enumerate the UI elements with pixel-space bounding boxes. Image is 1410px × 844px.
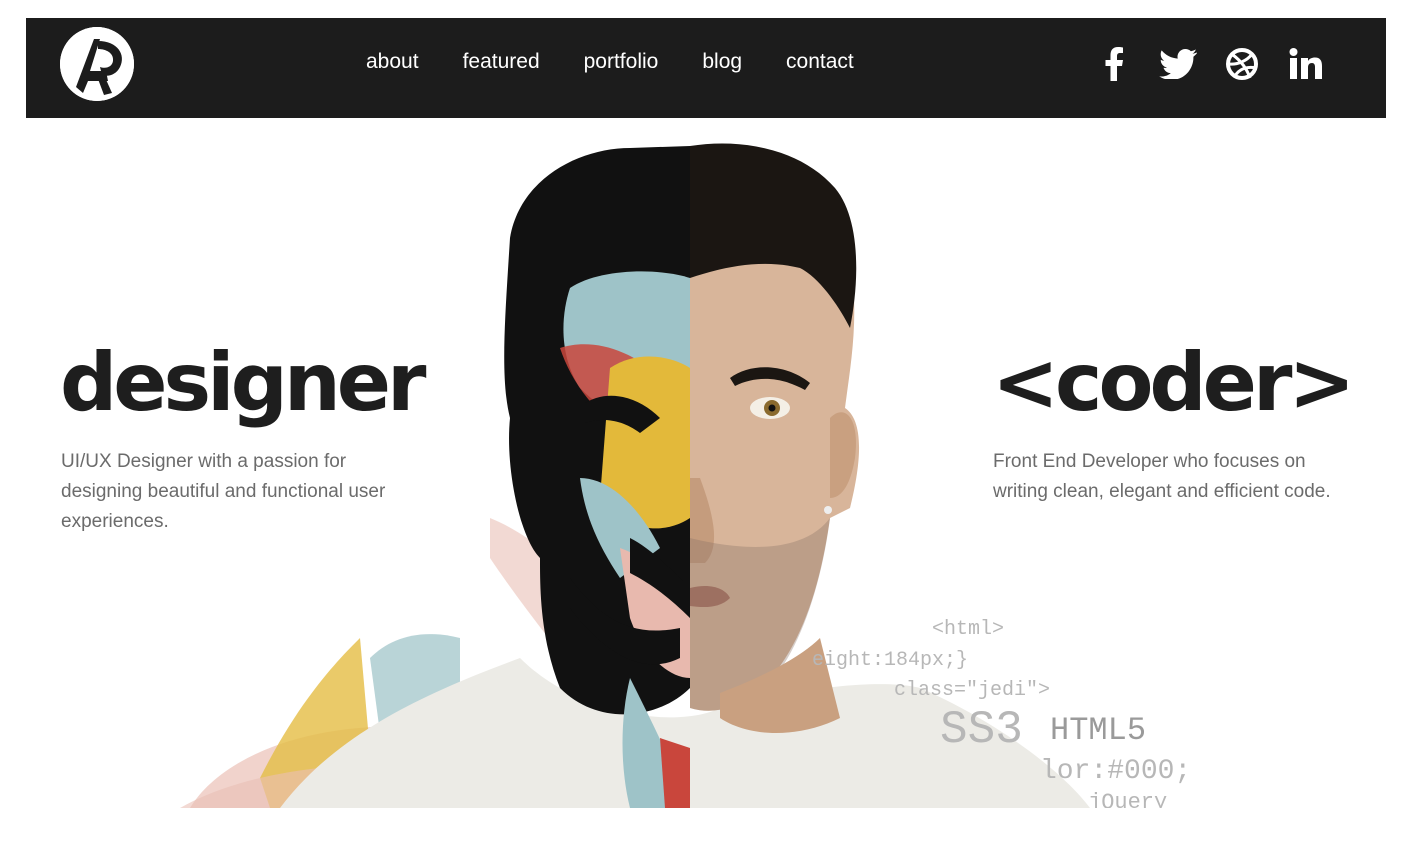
code-snippet-height: eight:184px;}	[812, 649, 969, 672]
hero-section: designer UI/UX Designer with a passion f…	[0, 118, 1410, 808]
code-snippet-html: <html>	[932, 618, 1005, 641]
ap-logo-icon	[60, 27, 134, 101]
social-links	[1070, 18, 1326, 110]
coder-description: Front End Developer who focuses on writi…	[993, 451, 1331, 502]
facebook-icon[interactable]	[1094, 44, 1134, 84]
code-snippet-html5: HTML5	[1050, 712, 1147, 749]
top-navbar: about featured portfolio blog contact	[26, 18, 1386, 118]
code-snippet-css3: SS3	[940, 704, 1023, 756]
designer-heading: designer	[60, 336, 426, 429]
nav-link-blog[interactable]: blog	[702, 50, 742, 74]
nav-link-featured[interactable]: featured	[463, 50, 540, 74]
nav-link-portfolio[interactable]: portfolio	[584, 50, 659, 74]
code-snippet-color: lor:#000;	[1040, 756, 1192, 787]
designer-description: UI/UX Designer with a passion for design…	[61, 451, 386, 532]
logo-link[interactable]	[60, 27, 134, 101]
code-snippet-class: class="jedi">	[894, 679, 1051, 702]
code-snippet-jquery: jQuery	[1088, 790, 1168, 808]
nav-link-contact[interactable]: contact	[786, 50, 854, 74]
coder-heading: <coder>	[992, 336, 1355, 429]
nav-link-about[interactable]: about	[366, 50, 419, 74]
dribbble-icon[interactable]	[1222, 44, 1262, 84]
twitter-icon[interactable]	[1158, 44, 1198, 84]
main-nav: about featured portfolio blog contact	[366, 18, 898, 106]
linkedin-icon[interactable]	[1286, 44, 1326, 84]
